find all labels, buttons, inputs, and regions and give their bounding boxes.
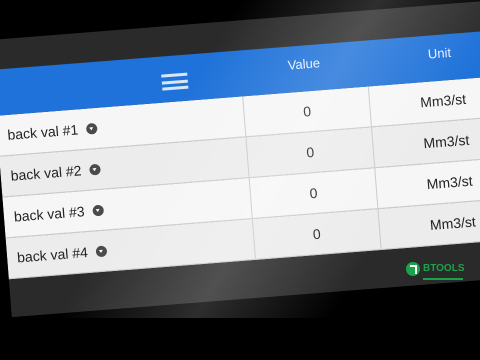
param-label: back val #1 (6, 121, 79, 143)
watermark-brand: BTOOLS (423, 263, 465, 274)
data-table: Value Unit back val #1 0 Mm3/st back val… (0, 29, 480, 280)
watermark-logo: BTOOLS (406, 258, 466, 280)
menu-handle-icon[interactable] (161, 72, 189, 91)
watermark-text-wrap: BTOOLS (423, 258, 464, 280)
bottom-bezel (0, 318, 480, 360)
expand-info-icon[interactable] (88, 163, 101, 176)
btools-logo-icon (406, 262, 420, 276)
param-label: back val #3 (13, 203, 86, 225)
expand-info-icon[interactable] (85, 122, 98, 135)
watermark-underline (423, 278, 463, 280)
expand-info-icon[interactable] (95, 245, 108, 257)
param-label: back val #4 (16, 244, 89, 266)
camera-frame: Value Unit back val #1 0 Mm3/st back val… (0, 0, 480, 360)
param-label: back val #2 (10, 162, 82, 184)
expand-info-icon[interactable] (92, 204, 104, 216)
value-cell: 0 (252, 209, 382, 259)
